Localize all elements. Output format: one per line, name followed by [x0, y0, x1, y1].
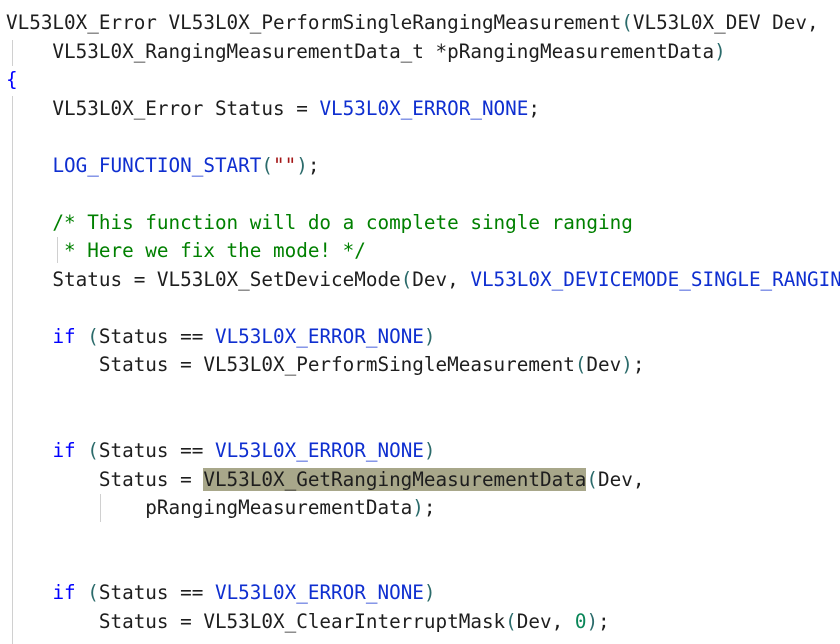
code-text: ; — [598, 610, 610, 633]
code-text: Status == — [98, 439, 215, 462]
code-paren: ) — [423, 439, 436, 462]
code-text: VL53L0X_DEV Dev, — [632, 11, 819, 34]
macro-token: LOG_FUNCTION_START — [52, 154, 262, 177]
code-line-13: Status = VL53L0X_PerformSingleMeasuremen… — [6, 351, 645, 379]
code-text: VL53L0X_RangingMeasurementData_t *pRangi… — [6, 40, 715, 63]
code-paren: ( — [574, 353, 587, 376]
macro-token: VL53L0X_ERROR_NONE — [214, 439, 424, 462]
code-line-8: /* This function will do a complete sing… — [6, 209, 633, 237]
code-text: Status = VL53L0X_PerformSingleMeasuremen… — [6, 353, 575, 376]
code-paren: ( — [261, 154, 273, 177]
code-line-2: VL53L0X_RangingMeasurementData_t *pRangi… — [6, 38, 726, 66]
keyword-if: if — [52, 325, 76, 348]
code-text: ; — [632, 353, 645, 376]
code-line-10: Status = VL53L0X_SetDeviceMode(Dev, VL53… — [6, 266, 840, 294]
macro-token: VL53L0X_ERROR_NONE — [319, 97, 529, 120]
macro-token: VL53L0X_ERROR_NONE — [214, 325, 424, 348]
keyword-if: if — [52, 439, 76, 462]
code-editor[interactable]: VL53L0X_Error VL53L0X_PerformSingleRangi… — [0, 0, 840, 644]
code-paren: ( — [87, 439, 99, 462]
string-literal: "" — [273, 154, 297, 177]
code-line-16: if (Status == VL53L0X_ERROR_NONE) — [6, 437, 436, 465]
code-line-3: { — [6, 66, 18, 94]
code-comment: * Here we fix the mode! */ — [6, 239, 366, 262]
code-line-22: Status = VL53L0X_ClearInterruptMask(Dev,… — [6, 608, 610, 636]
code-line-21: if (Status == VL53L0X_ERROR_NONE) — [6, 579, 436, 607]
code-text: Status = — [6, 468, 204, 491]
highlighted-function-name[interactable]: VL53L0X_GetRangingMeasurementData — [203, 468, 587, 491]
code-line-12: if (Status == VL53L0X_ERROR_NONE) — [6, 323, 436, 351]
code-paren: ) — [296, 154, 308, 177]
code-text: ; — [423, 496, 436, 519]
code-line-9: * Here we fix the mode! */ — [6, 237, 366, 265]
code-text: ; — [307, 154, 320, 177]
number-literal: 0 — [574, 610, 587, 633]
code-paren: ( — [505, 610, 517, 633]
code-paren: ) — [412, 496, 424, 519]
keyword-if: if — [52, 581, 76, 604]
code-line-6: LOG_FUNCTION_START(""); — [6, 152, 319, 180]
open-brace: { — [6, 68, 18, 91]
code-paren: ) — [714, 40, 726, 63]
code-line-17: Status = VL53L0X_GetRangingMeasurementDa… — [6, 466, 644, 494]
code-paren: ( — [87, 581, 99, 604]
code-paren: ( — [586, 468, 599, 491]
code-text: pRangingMeasurementData — [6, 496, 413, 519]
code-paren: ) — [423, 581, 436, 604]
code-text: VL53L0X_Error VL53L0X_PerformSingleRangi… — [6, 11, 622, 34]
code-text: Dev, — [598, 468, 645, 491]
code-text: Status == — [98, 325, 215, 348]
code-text: Status = VL53L0X_ClearInterruptMask — [6, 610, 506, 633]
code-text: Status = VL53L0X_SetDeviceMode — [6, 268, 401, 291]
code-paren: ) — [621, 353, 633, 376]
code-text: Dev — [586, 353, 622, 376]
code-line-18: pRangingMeasurementData); — [6, 494, 436, 522]
macro-token: VL53L0X_DEVICEMODE_SINGLE_RANGING — [470, 268, 840, 291]
code-paren: ( — [621, 11, 633, 34]
code-text: ; — [528, 97, 540, 120]
code-paren: ( — [400, 268, 413, 291]
code-text: Status == — [98, 581, 215, 604]
code-text: Dev, — [412, 268, 471, 291]
code-line-1: VL53L0X_Error VL53L0X_PerformSingleRangi… — [6, 9, 819, 37]
code-paren: ( — [87, 325, 99, 348]
code-paren: ) — [423, 325, 436, 348]
code-text: VL53L0X_Error Status = — [6, 97, 320, 120]
code-text: Dev, — [516, 610, 575, 633]
code-line-4: VL53L0X_Error Status = VL53L0X_ERROR_NON… — [6, 95, 540, 123]
code-paren: ) — [586, 610, 599, 633]
code-comment: /* This function will do a complete sing… — [6, 211, 633, 234]
macro-token: VL53L0X_ERROR_NONE — [214, 581, 424, 604]
